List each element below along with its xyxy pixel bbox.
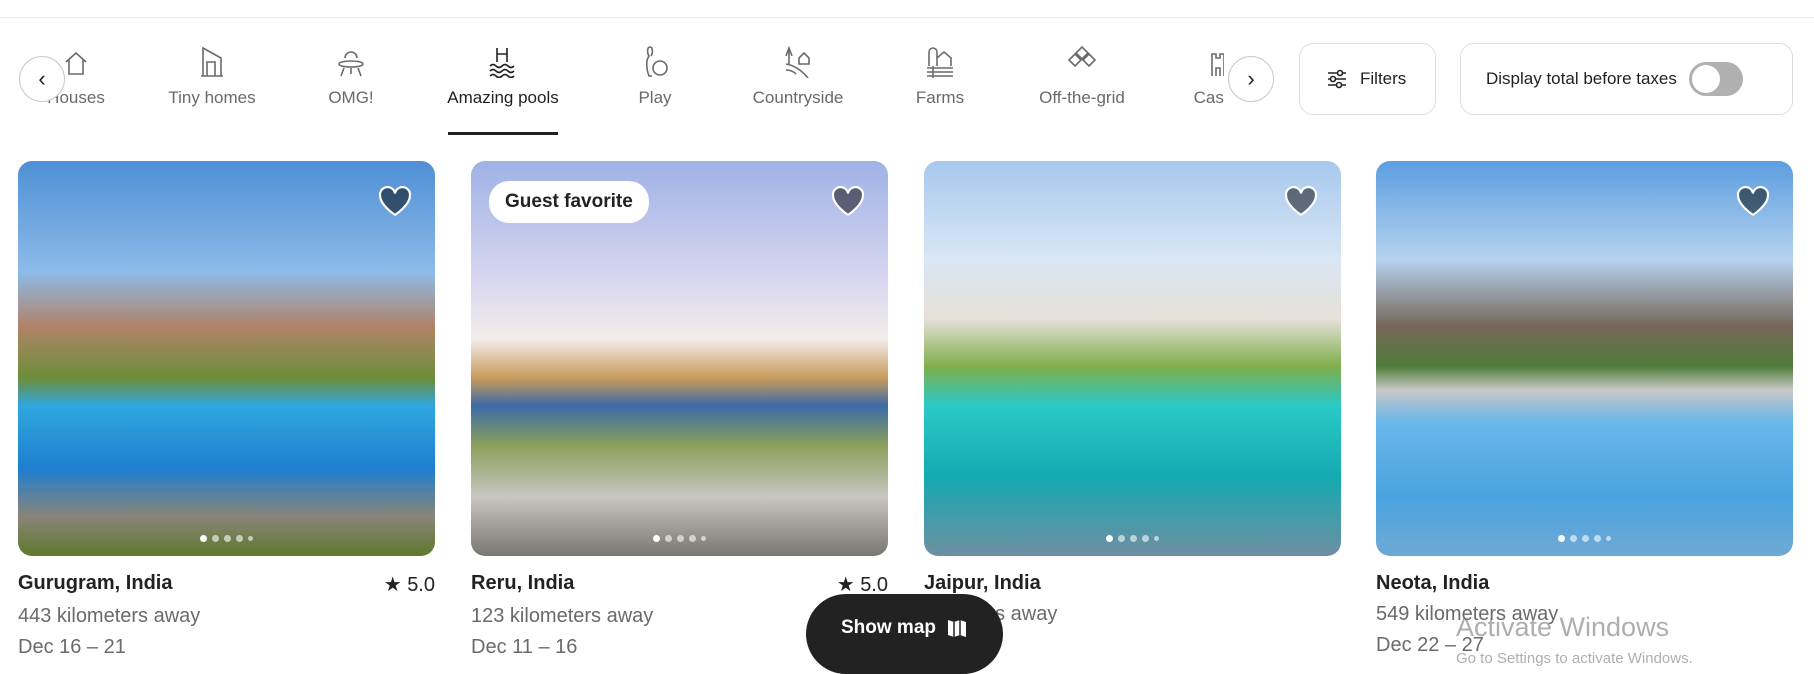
photo-pagination-dots[interactable] — [1376, 535, 1793, 542]
tiny-home-icon — [201, 46, 223, 77]
category-label: Amazing pools — [447, 88, 559, 107]
heart-icon[interactable] — [830, 185, 866, 217]
star-icon: ★ — [836, 574, 855, 596]
windows-watermark-subtitle: Go to Settings to activate Windows. — [1456, 650, 1693, 667]
off-grid-icon — [1067, 45, 1097, 68]
category-label: Play — [638, 88, 672, 107]
category-amazing-pools[interactable]: Amazing pools — [438, 44, 568, 135]
photo-pagination-dots[interactable] — [471, 535, 888, 542]
show-map-button[interactable]: Show map — [806, 594, 1003, 674]
listing-card[interactable]: Gurugram, India ★ 5.0 443 kilometers awa… — [18, 161, 435, 659]
farm-icon — [927, 47, 953, 78]
listing-distance: 443 kilometers away — [18, 605, 201, 627]
filters-label: Filters — [1360, 69, 1407, 88]
heart-icon[interactable] — [1735, 185, 1771, 217]
header-divider — [0, 17, 1814, 18]
tax-toggle-switch[interactable] — [1688, 62, 1743, 96]
listing-dates: Dec 16 – 21 — [18, 636, 126, 658]
category-label: OMG! — [328, 88, 374, 107]
listing-photo[interactable]: Guest favorite — [471, 161, 888, 556]
pool-icon — [489, 48, 515, 78]
listing-card[interactable]: Neota, India 549 kilometers away Dec 22 … — [1376, 161, 1793, 657]
house-icon — [65, 51, 87, 75]
chevron-left-icon: ‹ — [38, 66, 46, 91]
tax-toggle-label: Display total before taxes — [1486, 69, 1677, 88]
category-off-the-grid[interactable]: Off-the-grid — [1017, 44, 1147, 108]
listing-location: Gurugram, India — [18, 572, 173, 594]
heart-icon[interactable] — [1283, 185, 1319, 217]
category-label: Tiny homes — [168, 88, 256, 107]
listing-location: Neota, India — [1376, 572, 1490, 594]
heart-icon[interactable] — [377, 185, 413, 217]
scroll-left-button[interactable]: ‹ — [19, 56, 65, 102]
scroll-right-button[interactable]: › — [1228, 56, 1274, 102]
category-label: Countryside — [752, 88, 844, 107]
active-category-underline — [448, 132, 558, 135]
show-map-label: Show map — [840, 617, 936, 638]
chevron-right-icon: › — [1247, 66, 1255, 91]
bowling-icon — [645, 46, 668, 77]
photo-pagination-dots[interactable] — [18, 535, 435, 542]
star-icon: ★ — [383, 574, 402, 596]
windows-watermark-title: Activate Windows — [1456, 612, 1670, 642]
category-play[interactable]: Play — [590, 44, 720, 108]
category-tiny-homes[interactable]: Tiny homes — [147, 44, 277, 108]
photo-pagination-dots[interactable] — [924, 535, 1341, 542]
sliders-icon — [1328, 69, 1346, 89]
listing-card[interactable]: Guest favorite Reru, India ★ 5.0 123 kil… — [471, 161, 888, 659]
category-omg[interactable]: OMG! — [286, 44, 416, 108]
category-farms[interactable]: Farms — [875, 44, 1005, 108]
guest-favorite-badge: Guest favorite — [489, 181, 649, 223]
listing-card[interactable]: Jaipur, India …meters away … – 15 — [924, 161, 1341, 657]
listing-photo[interactable] — [924, 161, 1341, 556]
filters-button[interactable]: Filters — [1299, 43, 1436, 115]
category-countryside[interactable]: Countryside — [733, 44, 863, 108]
rating-value: 5.0 — [860, 574, 888, 596]
listing-photo[interactable] — [18, 161, 435, 556]
category-label: Off-the-grid — [1039, 88, 1125, 107]
listing-location: Reru, India — [471, 572, 575, 594]
map-icon — [948, 620, 966, 637]
listing-rating: ★ 5.0 — [384, 572, 435, 597]
tax-toggle-container: Display total before taxes — [1460, 43, 1793, 115]
ufo-icon — [338, 51, 364, 77]
rating-value: 5.0 — [407, 574, 435, 596]
category-label: Farms — [915, 88, 965, 107]
listing-photo[interactable] — [1376, 161, 1793, 556]
listing-location: Jaipur, India — [924, 572, 1041, 594]
countryside-icon — [785, 45, 810, 78]
